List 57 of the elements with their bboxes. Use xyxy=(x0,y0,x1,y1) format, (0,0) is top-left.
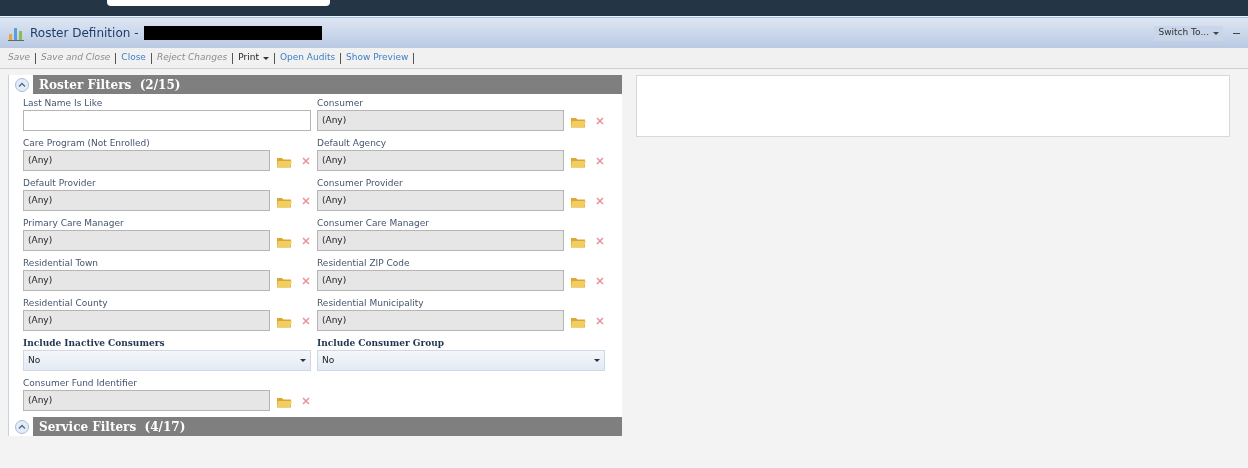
window-title: Roster Definition - xyxy=(30,25,139,42)
lookup-field[interactable]: (Any) xyxy=(317,110,565,131)
caret-icon[interactable] xyxy=(262,56,269,60)
clear-icon[interactable] xyxy=(301,195,311,206)
clear-icon[interactable] xyxy=(301,275,311,286)
caret-icon[interactable] xyxy=(1213,31,1219,35)
clear-icon[interactable] xyxy=(301,235,311,246)
lookup-field[interactable]: (Any) xyxy=(317,230,565,251)
section-header: Service Filters (4/17) xyxy=(33,417,622,436)
lookup-field[interactable]: (Any) xyxy=(317,190,565,211)
lookup-field[interactable]: (Any) xyxy=(23,390,271,411)
clear-icon[interactable] xyxy=(595,195,605,206)
field-label: Care Program (Not Enrolled) xyxy=(23,137,151,150)
lookup-field[interactable]: (Any) xyxy=(23,310,271,331)
collapse-icon[interactable] xyxy=(15,419,29,434)
lookup-field[interactable]: (Any) xyxy=(23,270,271,291)
field-label: Last Name Is Like xyxy=(23,97,104,110)
toolbar-link[interactable]: Open Audits xyxy=(279,51,336,65)
lookup-field[interactable]: (Any) xyxy=(23,230,271,251)
section-header: Roster Filters (2/15) xyxy=(33,75,622,94)
field-label: Default Provider xyxy=(23,177,97,190)
chart-icon[interactable] xyxy=(8,25,24,41)
field-label: Primary Care Manager xyxy=(23,217,125,230)
field-label: Consumer Provider xyxy=(317,177,404,190)
field-label: Consumer Fund Identifier xyxy=(23,377,138,390)
lookup-field[interactable]: (Any) xyxy=(23,150,271,171)
dropdown[interactable]: No xyxy=(317,350,605,371)
field-label: Residential Town xyxy=(23,257,99,270)
text-field[interactable] xyxy=(23,110,311,131)
field-label: Residential Municipality xyxy=(317,297,425,310)
caret-icon[interactable] xyxy=(594,359,600,362)
lookup-field[interactable]: (Any) xyxy=(23,190,271,211)
field-label: Include Consumer Group xyxy=(317,337,446,350)
dropdown[interactable]: No xyxy=(23,350,311,371)
field-label: Include Inactive Consumers xyxy=(23,337,166,350)
caret-icon[interactable] xyxy=(300,359,306,362)
toolbar-link[interactable]: Close xyxy=(121,51,146,65)
clear-icon[interactable] xyxy=(301,395,311,406)
clear-icon[interactable] xyxy=(595,275,605,286)
clear-icon[interactable] xyxy=(301,155,311,166)
print-menu-button[interactable]: Print xyxy=(238,51,269,65)
clear-icon[interactable] xyxy=(595,155,605,166)
toolbar-link[interactable]: Show Preview xyxy=(346,51,409,65)
field-label: Consumer Care Manager xyxy=(317,217,430,230)
switch-to-button[interactable]: Switch To... xyxy=(1154,25,1223,41)
collapse-icon[interactable] xyxy=(15,77,29,92)
lookup-field[interactable]: (Any) xyxy=(317,150,565,171)
clear-icon[interactable] xyxy=(595,235,605,246)
field-label: Residential ZIP Code xyxy=(317,257,411,270)
clear-icon[interactable] xyxy=(595,115,605,126)
clear-icon[interactable] xyxy=(595,315,605,326)
lookup-field[interactable]: (Any) xyxy=(317,270,565,291)
lookup-field[interactable]: (Any) xyxy=(317,310,565,331)
field-label: Default Agency xyxy=(317,137,388,150)
field-label: Residential County xyxy=(23,297,109,310)
field-label: Consumer xyxy=(317,97,364,110)
clear-icon[interactable] xyxy=(301,315,311,326)
